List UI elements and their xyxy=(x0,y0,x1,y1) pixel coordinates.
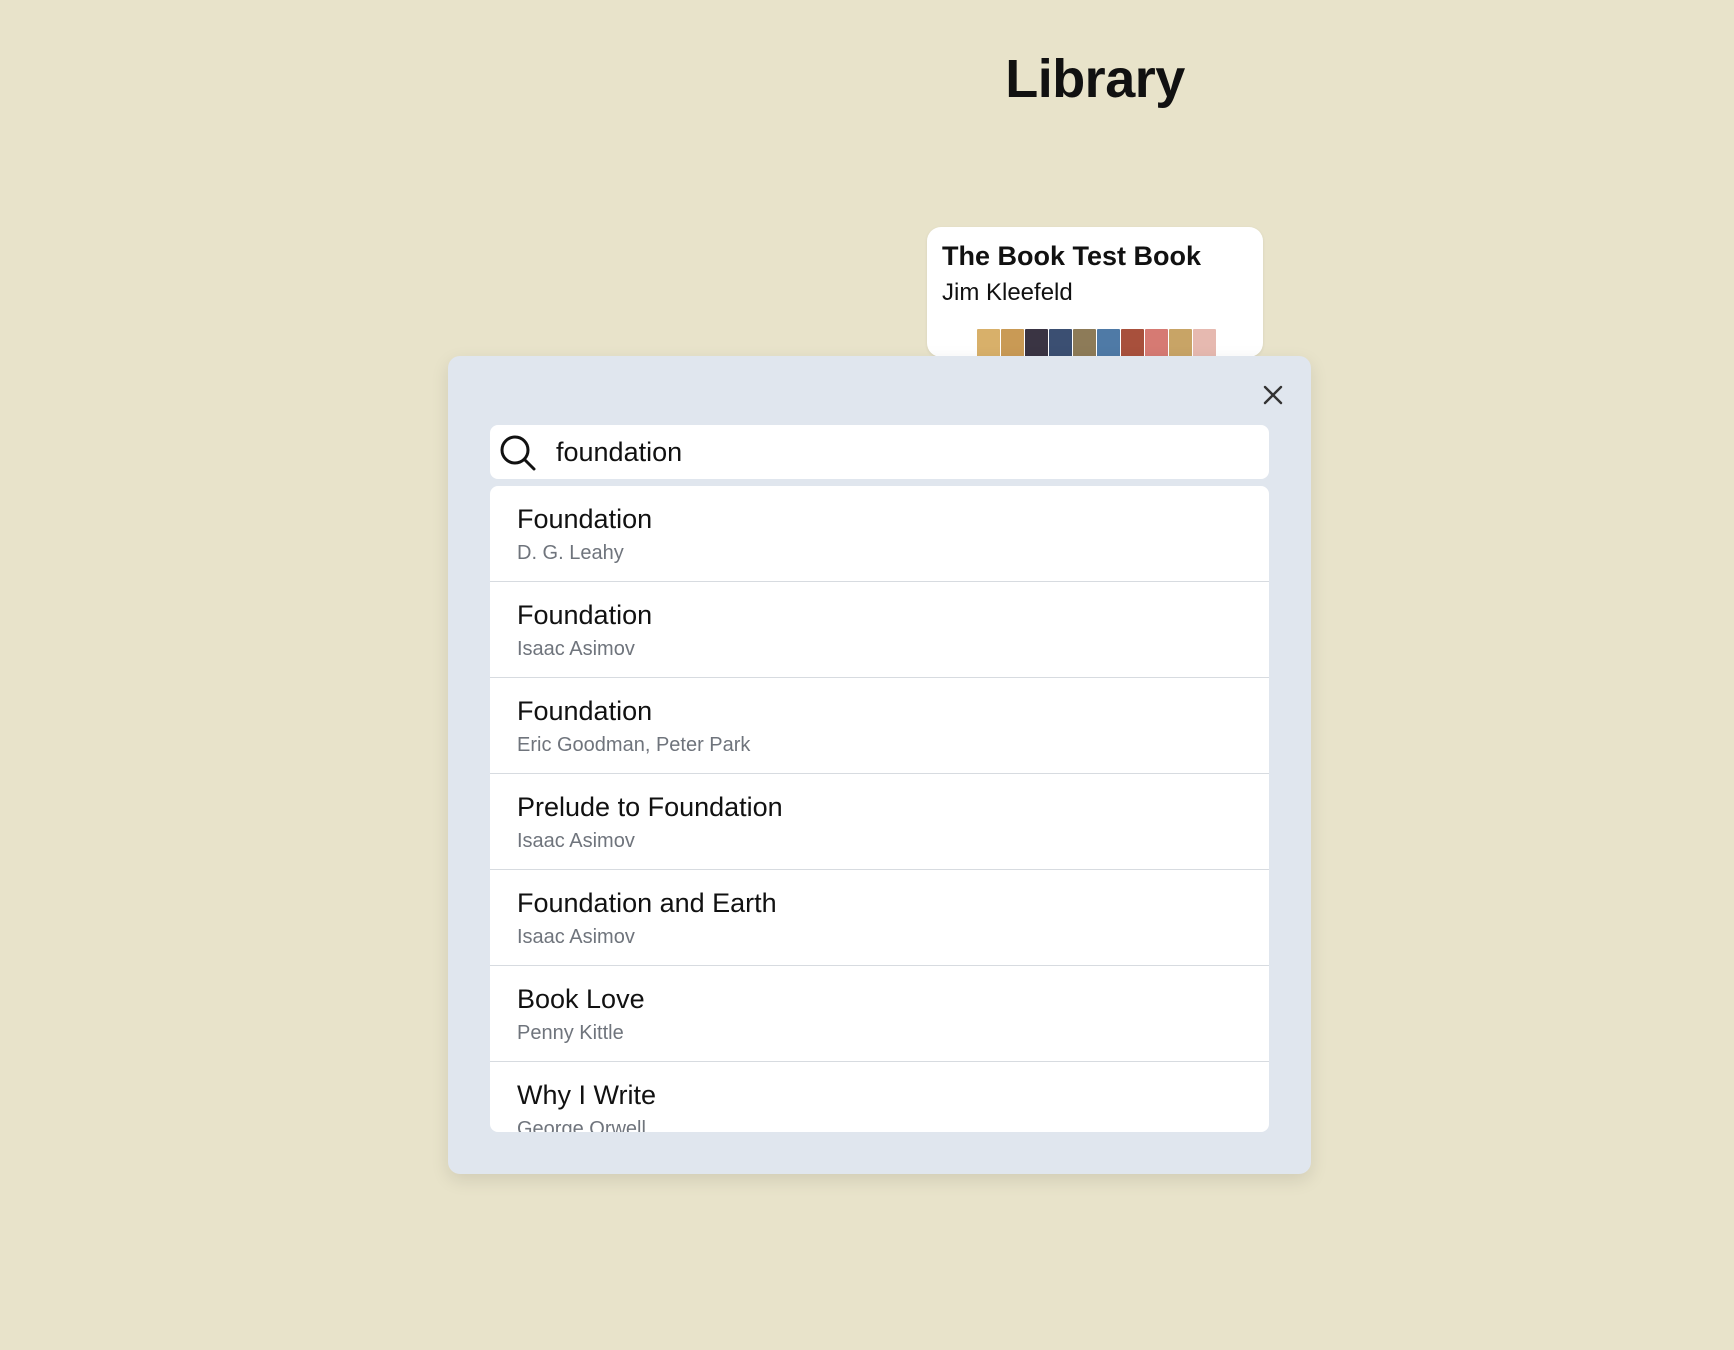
search-input[interactable] xyxy=(556,425,1246,479)
book-cover-collage xyxy=(977,329,1216,357)
book-cover-thumbnail xyxy=(1025,329,1048,357)
book-cover-thumbnail xyxy=(1121,329,1144,357)
search-result-item[interactable]: Foundation Eric Goodman, Peter Park xyxy=(490,678,1269,774)
book-card[interactable]: The Book Test Book Jim Kleefeld xyxy=(927,227,1263,357)
result-author: Isaac Asimov xyxy=(517,830,635,852)
book-cover-thumbnail xyxy=(1169,329,1192,357)
book-cover-thumbnail xyxy=(1097,329,1120,357)
search-icon xyxy=(500,435,536,471)
result-author: Isaac Asimov xyxy=(517,926,635,948)
book-card-title: The Book Test Book xyxy=(942,241,1202,271)
search-result-item[interactable]: Foundation Isaac Asimov xyxy=(490,582,1269,678)
result-author: Eric Goodman, Peter Park xyxy=(517,734,751,756)
search-results-list: Foundation D. G. Leahy Foundation Isaac Asi… xyxy=(490,486,1269,1132)
book-card-author: Jim Kleefeld xyxy=(942,279,1073,306)
search-result-item[interactable]: Foundation D. G. Leahy xyxy=(490,486,1269,582)
search-result-item[interactable]: Foundation and Earth Isaac Asimov xyxy=(490,870,1269,966)
search-bar xyxy=(490,425,1269,479)
result-title: Foundation and Earth xyxy=(517,888,777,918)
result-title: Foundation xyxy=(517,696,653,726)
result-title: Book Love xyxy=(517,984,645,1014)
close-button[interactable] xyxy=(1258,380,1288,410)
page-title: Library xyxy=(1005,49,1185,109)
book-cover-thumbnail xyxy=(1193,329,1216,357)
result-title: Prelude to Foundation xyxy=(517,792,783,822)
search-modal: Foundation D. G. Leahy Foundation Isaac Asi… xyxy=(448,356,1311,1174)
book-cover-thumbnail xyxy=(1145,329,1168,357)
result-author: Isaac Asimov xyxy=(517,638,635,660)
book-cover-thumbnail xyxy=(1001,329,1024,357)
close-icon xyxy=(1263,385,1283,405)
search-result-item[interactable]: Why I Write George Orwell xyxy=(490,1062,1269,1132)
result-title: Foundation xyxy=(517,504,653,534)
result-author: George Orwell xyxy=(517,1118,646,1132)
search-result-item[interactable]: Book Love Penny Kittle xyxy=(490,966,1269,1062)
result-author: D. G. Leahy xyxy=(517,542,624,564)
book-cover-thumbnail xyxy=(977,329,1000,357)
book-cover-thumbnail xyxy=(1073,329,1096,357)
result-title: Foundation xyxy=(517,600,653,630)
result-author: Penny Kittle xyxy=(517,1022,624,1044)
result-title: Why I Write xyxy=(517,1080,657,1110)
book-cover-thumbnail xyxy=(1049,329,1072,357)
search-result-item[interactable]: Prelude to Foundation Isaac Asimov xyxy=(490,774,1269,870)
